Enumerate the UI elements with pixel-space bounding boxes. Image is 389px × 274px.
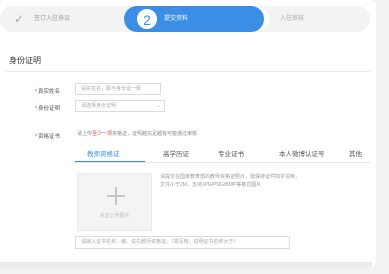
tab-weibo-verified[interactable]: 本人微博认证号 [279, 147, 325, 162]
step-2-active: 2 提交资料 [124, 6, 264, 32]
id-proof-label-text: 身份证明 [37, 106, 60, 112]
section-title: 身份证明 [9, 56, 41, 65]
real-name-label: *真实姓名 [0, 87, 60, 95]
image-upload-box[interactable]: 点击上传图片 [77, 173, 152, 231]
real-name-label-text: 真实姓名 [37, 89, 60, 95]
step-1-label: 签订入驻协议 [34, 16, 71, 22]
chevron-down-icon: ⌄ [156, 103, 161, 109]
id-proof-select-value: 请选择身份证明 [81, 103, 117, 109]
certificate-label-text: 资格证书 [37, 134, 60, 140]
id-proof-label: *身份证明 [0, 104, 60, 112]
required-mark: * [34, 134, 37, 140]
main-card: ✓ 签订入驻协议 3 入驻审核 2 提交资料 身份证明 *真实姓名 请实姓名，跟… [0, 0, 376, 266]
tab-other[interactable]: 其他 [349, 147, 362, 162]
step-2-label: 提交资料 [164, 16, 189, 22]
tab-degree-certificate[interactable]: 高学历证 [163, 147, 189, 162]
step-3-label: 入驻审核 [280, 16, 305, 22]
tabs-divider [75, 162, 370, 163]
steps-bar: ✓ 签订入驻协议 3 入驻审核 2 提交资料 [0, 0, 376, 38]
hint-emphasis: 至少一项 [92, 131, 113, 137]
certificate-tabs: 教师资格证 高学历证 专业证书 本人微博认证号 其他 [75, 147, 370, 163]
certificate-label: *资格证书 [0, 132, 60, 140]
hint-suffix: 资格证，证明越充足越有可能通过审核 [112, 131, 198, 137]
required-mark: * [34, 89, 37, 95]
hint-prefix: 请上传 [77, 131, 93, 137]
required-mark: * [34, 106, 37, 112]
divider [6, 71, 370, 72]
upload-label: 点击上传图片 [99, 213, 130, 219]
tab-professional-certificate[interactable]: 专业证书 [218, 147, 244, 162]
tab-teacher-certificate[interactable]: 教师资格证 [87, 147, 120, 162]
step-2-number: 2 [136, 8, 158, 30]
upload-description: 请提交在国家教育部的教师资格证照片，需保持证件四字清晰，文件小于2M，支持JPG… [160, 174, 301, 188]
card-bottom-edge [0, 262, 372, 271]
plus-icon-vertical [115, 187, 117, 205]
certificate-remark-input[interactable]: 请输入证书名称、编、说先教师资格证。（填写格，说明证书名称大于） [75, 236, 290, 249]
certificate-hint: 请上传至少一项资格证，证明越充足越有可能通过审核 [77, 130, 197, 137]
real-name-input[interactable]: 请实姓名，跟与身份证一致 [75, 83, 161, 95]
checkmark-icon: ✓ [13, 12, 25, 26]
id-proof-select[interactable]: 请选择身份证明 ⌄ [75, 100, 165, 112]
